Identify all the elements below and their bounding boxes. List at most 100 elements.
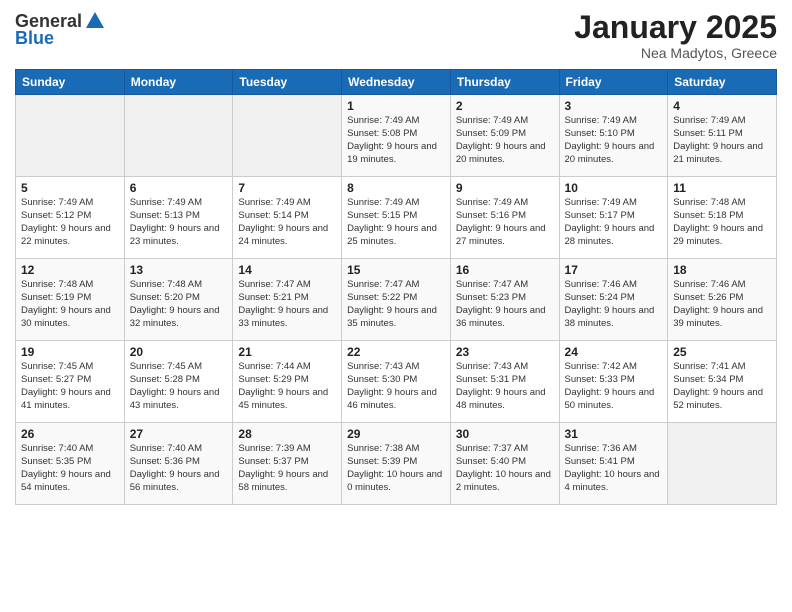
day-number: 13 bbox=[130, 263, 228, 277]
day-info: Sunrise: 7:47 AM Sunset: 5:22 PM Dayligh… bbox=[347, 279, 445, 330]
day-number: 26 bbox=[21, 427, 119, 441]
header-thursday: Thursday bbox=[450, 70, 559, 95]
day-info: Sunrise: 7:49 AM Sunset: 5:11 PM Dayligh… bbox=[673, 115, 771, 166]
table-row: 1 Sunrise: 7:49 AM Sunset: 5:08 PM Daylig… bbox=[342, 95, 451, 177]
table-row: 13Sunrise: 7:48 AM Sunset: 5:20 PM Dayli… bbox=[124, 259, 233, 341]
table-row bbox=[16, 95, 125, 177]
day-info: Sunrise: 7:37 AM Sunset: 5:40 PM Dayligh… bbox=[456, 443, 554, 494]
day-info: Sunrise: 7:40 AM Sunset: 5:36 PM Dayligh… bbox=[130, 443, 228, 494]
header-saturday: Saturday bbox=[668, 70, 777, 95]
day-number: 27 bbox=[130, 427, 228, 441]
table-row: 30Sunrise: 7:37 AM Sunset: 5:40 PM Dayli… bbox=[450, 423, 559, 505]
day-info: Sunrise: 7:49 AM Sunset: 5:10 PM Dayligh… bbox=[565, 115, 663, 166]
day-number: 12 bbox=[21, 263, 119, 277]
day-info: Sunrise: 7:47 AM Sunset: 5:23 PM Dayligh… bbox=[456, 279, 554, 330]
day-info: Sunrise: 7:49 AM Sunset: 5:16 PM Dayligh… bbox=[456, 197, 554, 248]
day-info: Sunrise: 7:49 AM Sunset: 5:17 PM Dayligh… bbox=[565, 197, 663, 248]
table-row: 19Sunrise: 7:45 AM Sunset: 5:27 PM Dayli… bbox=[16, 341, 125, 423]
day-info: Sunrise: 7:43 AM Sunset: 5:30 PM Dayligh… bbox=[347, 361, 445, 412]
table-row: 14 Sunrise: 7:47 AM Sunset: 5:21 PM Dayli… bbox=[233, 259, 342, 341]
table-row: 3 Sunrise: 7:49 AM Sunset: 5:10 PM Daylig… bbox=[559, 95, 668, 177]
day-number: 3 bbox=[565, 99, 663, 113]
table-row: 31Sunrise: 7:36 AM Sunset: 5:41 PM Dayli… bbox=[559, 423, 668, 505]
logo-blue-text: Blue bbox=[15, 28, 54, 49]
day-info: Sunrise: 7:41 AM Sunset: 5:34 PM Dayligh… bbox=[673, 361, 771, 412]
day-number: 21 bbox=[238, 345, 336, 359]
table-row: 8 Sunrise: 7:49 AM Sunset: 5:15 PM Daylig… bbox=[342, 177, 451, 259]
table-row: 28Sunrise: 7:39 AM Sunset: 5:37 PM Dayli… bbox=[233, 423, 342, 505]
table-row: 23Sunrise: 7:43 AM Sunset: 5:31 PM Dayli… bbox=[450, 341, 559, 423]
calendar-table: Sunday Monday Tuesday Wednesday Thursday… bbox=[15, 69, 777, 505]
day-number: 22 bbox=[347, 345, 445, 359]
table-row: 9Sunrise: 7:49 AM Sunset: 5:16 PM Daylig… bbox=[450, 177, 559, 259]
day-info: Sunrise: 7:48 AM Sunset: 5:18 PM Dayligh… bbox=[673, 197, 771, 248]
day-info: Sunrise: 7:48 AM Sunset: 5:19 PM Dayligh… bbox=[21, 279, 119, 330]
page-header: General Blue January 2025 Nea Madytos, G… bbox=[15, 10, 777, 61]
day-number: 18 bbox=[673, 263, 771, 277]
day-number: 17 bbox=[565, 263, 663, 277]
day-number: 14 bbox=[238, 263, 336, 277]
page-container: General Blue January 2025 Nea Madytos, G… bbox=[0, 0, 792, 612]
table-row: 17 Sunrise: 7:46 AM Sunset: 5:24 PM Dayli… bbox=[559, 259, 668, 341]
calendar-week-row: 1 Sunrise: 7:49 AM Sunset: 5:08 PM Daylig… bbox=[16, 95, 777, 177]
table-row: 15 Sunrise: 7:47 AM Sunset: 5:22 PM Dayli… bbox=[342, 259, 451, 341]
day-number: 6 bbox=[130, 181, 228, 195]
day-info: Sunrise: 7:49 AM Sunset: 5:08 PM Dayligh… bbox=[347, 115, 445, 166]
day-number: 11 bbox=[673, 181, 771, 195]
day-info: Sunrise: 7:46 AM Sunset: 5:26 PM Dayligh… bbox=[673, 279, 771, 330]
day-number: 24 bbox=[565, 345, 663, 359]
day-info: Sunrise: 7:49 AM Sunset: 5:13 PM Dayligh… bbox=[130, 197, 228, 248]
table-row: 10 Sunrise: 7:49 AM Sunset: 5:17 PM Dayli… bbox=[559, 177, 668, 259]
day-info: Sunrise: 7:42 AM Sunset: 5:33 PM Dayligh… bbox=[565, 361, 663, 412]
header-wednesday: Wednesday bbox=[342, 70, 451, 95]
day-info: Sunrise: 7:49 AM Sunset: 5:12 PM Dayligh… bbox=[21, 197, 119, 248]
day-info: Sunrise: 7:49 AM Sunset: 5:14 PM Dayligh… bbox=[238, 197, 336, 248]
table-row: 27 Sunrise: 7:40 AM Sunset: 5:36 PM Dayli… bbox=[124, 423, 233, 505]
table-row: 29 Sunrise: 7:38 AM Sunset: 5:39 PM Dayli… bbox=[342, 423, 451, 505]
table-row: 4 Sunrise: 7:49 AM Sunset: 5:11 PM Daylig… bbox=[668, 95, 777, 177]
table-row: 18 Sunrise: 7:46 AM Sunset: 5:26 PM Dayli… bbox=[668, 259, 777, 341]
title-section: January 2025 Nea Madytos, Greece bbox=[574, 10, 777, 61]
calendar-subtitle: Nea Madytos, Greece bbox=[574, 45, 777, 61]
day-number: 2 bbox=[456, 99, 554, 113]
table-row: 5 Sunrise: 7:49 AM Sunset: 5:12 PM Daylig… bbox=[16, 177, 125, 259]
table-row: 2Sunrise: 7:49 AM Sunset: 5:09 PM Daylig… bbox=[450, 95, 559, 177]
day-info: Sunrise: 7:43 AM Sunset: 5:31 PM Dayligh… bbox=[456, 361, 554, 412]
table-row: 22 Sunrise: 7:43 AM Sunset: 5:30 PM Dayli… bbox=[342, 341, 451, 423]
table-row bbox=[233, 95, 342, 177]
day-info: Sunrise: 7:45 AM Sunset: 5:28 PM Dayligh… bbox=[130, 361, 228, 412]
table-row: 26Sunrise: 7:40 AM Sunset: 5:35 PM Dayli… bbox=[16, 423, 125, 505]
table-row: 21Sunrise: 7:44 AM Sunset: 5:29 PM Dayli… bbox=[233, 341, 342, 423]
day-number: 31 bbox=[565, 427, 663, 441]
day-info: Sunrise: 7:38 AM Sunset: 5:39 PM Dayligh… bbox=[347, 443, 445, 494]
table-row: 20 Sunrise: 7:45 AM Sunset: 5:28 PM Dayli… bbox=[124, 341, 233, 423]
calendar-week-row: 26Sunrise: 7:40 AM Sunset: 5:35 PM Dayli… bbox=[16, 423, 777, 505]
table-row bbox=[668, 423, 777, 505]
calendar-week-row: 12 Sunrise: 7:48 AM Sunset: 5:19 PM Dayli… bbox=[16, 259, 777, 341]
day-info: Sunrise: 7:47 AM Sunset: 5:21 PM Dayligh… bbox=[238, 279, 336, 330]
table-row: 24 Sunrise: 7:42 AM Sunset: 5:33 PM Dayli… bbox=[559, 341, 668, 423]
day-info: Sunrise: 7:49 AM Sunset: 5:15 PM Dayligh… bbox=[347, 197, 445, 248]
table-row: 25 Sunrise: 7:41 AM Sunset: 5:34 PM Dayli… bbox=[668, 341, 777, 423]
header-monday: Monday bbox=[124, 70, 233, 95]
table-row: 7 Sunrise: 7:49 AM Sunset: 5:14 PM Daylig… bbox=[233, 177, 342, 259]
day-number: 1 bbox=[347, 99, 445, 113]
day-number: 8 bbox=[347, 181, 445, 195]
day-info: Sunrise: 7:46 AM Sunset: 5:24 PM Dayligh… bbox=[565, 279, 663, 330]
day-number: 20 bbox=[130, 345, 228, 359]
day-number: 5 bbox=[21, 181, 119, 195]
table-row: 6 Sunrise: 7:49 AM Sunset: 5:13 PM Daylig… bbox=[124, 177, 233, 259]
day-number: 25 bbox=[673, 345, 771, 359]
day-number: 4 bbox=[673, 99, 771, 113]
table-row: 16Sunrise: 7:47 AM Sunset: 5:23 PM Dayli… bbox=[450, 259, 559, 341]
calendar-title: January 2025 bbox=[574, 10, 777, 45]
table-row bbox=[124, 95, 233, 177]
header-sunday: Sunday bbox=[16, 70, 125, 95]
day-number: 15 bbox=[347, 263, 445, 277]
day-number: 7 bbox=[238, 181, 336, 195]
day-number: 28 bbox=[238, 427, 336, 441]
table-row: 11 Sunrise: 7:48 AM Sunset: 5:18 PM Dayli… bbox=[668, 177, 777, 259]
day-number: 10 bbox=[565, 181, 663, 195]
calendar-week-row: 19Sunrise: 7:45 AM Sunset: 5:27 PM Dayli… bbox=[16, 341, 777, 423]
day-number: 29 bbox=[347, 427, 445, 441]
